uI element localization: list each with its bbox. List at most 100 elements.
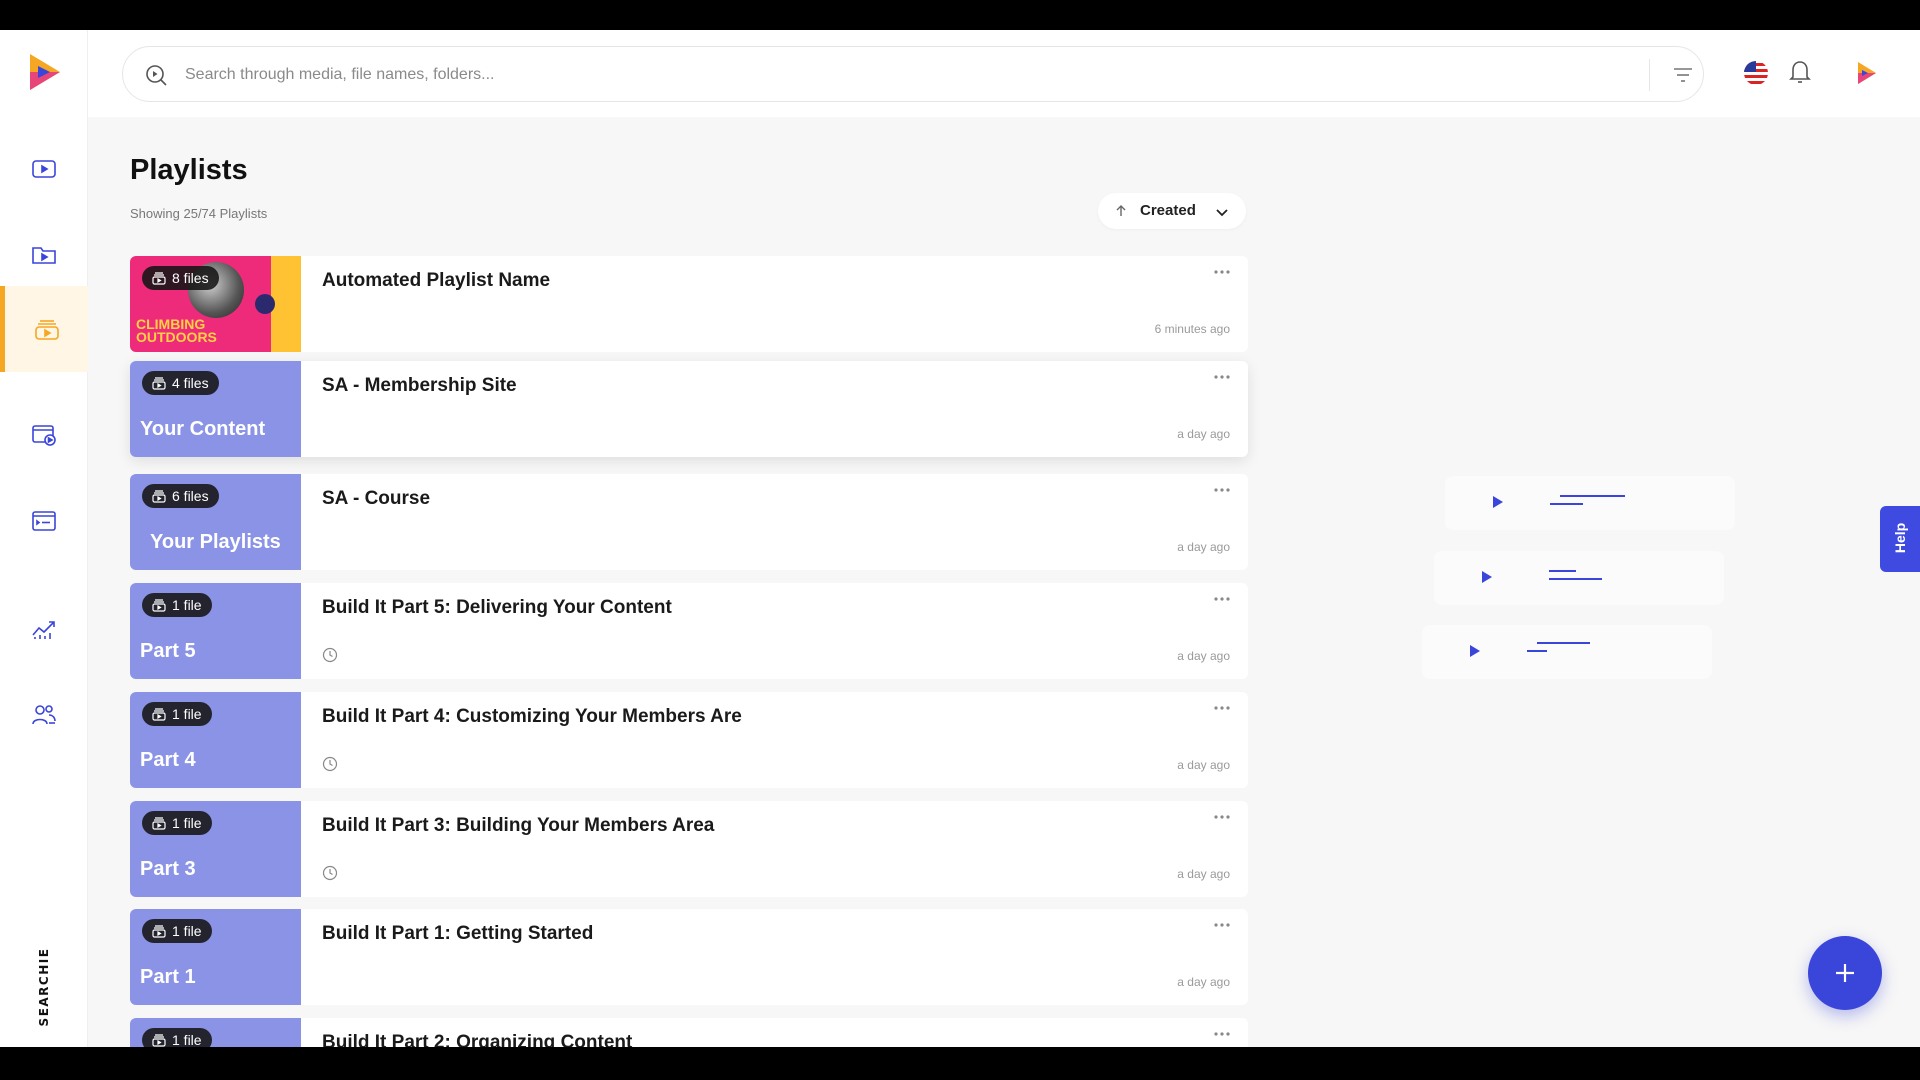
notification-bell-icon[interactable] xyxy=(1788,59,1812,85)
sidebar-item-analytics[interactable] xyxy=(0,588,88,670)
more-options-icon[interactable] xyxy=(1212,1028,1232,1040)
illustration-card xyxy=(1434,551,1724,605)
playlist-title[interactable]: Build It Part 3: Building Your Members A… xyxy=(322,815,714,837)
folder-video-icon xyxy=(32,247,56,264)
thumbnail-text: Part 4 xyxy=(140,749,196,771)
channel-icon xyxy=(32,425,56,446)
playlist-thumbnail: Part 4 1 file xyxy=(130,692,301,788)
widget-icon xyxy=(32,511,56,531)
arrow-up-icon xyxy=(1116,205,1126,216)
illustration-play-icon xyxy=(1470,642,1590,657)
sidebar-item-channels[interactable] xyxy=(0,394,88,476)
playlist-row[interactable]: Part 4 1 file Build It Part 4: Customizi… xyxy=(130,692,1248,788)
playlist-created-time: a day ago xyxy=(1177,758,1230,772)
search-divider xyxy=(1649,59,1650,91)
file-count-badge: 1 file xyxy=(142,919,212,943)
video-icon xyxy=(32,160,56,178)
bottom-bar xyxy=(0,1047,1920,1080)
playlist-thumbnail: Your Content 4 files xyxy=(130,361,301,457)
playlist-created-time: a day ago xyxy=(1177,427,1230,441)
sidebar: SEARCHIE xyxy=(0,30,88,1047)
file-count-badge: 1 file xyxy=(142,1028,212,1047)
sort-dropdown[interactable]: Created xyxy=(1098,193,1246,229)
playlist-title[interactable]: SA - Membership Site xyxy=(322,375,517,397)
thumbnail-text: Part 1 xyxy=(140,966,196,988)
searchie-logo-icon[interactable] xyxy=(26,52,64,92)
thumbnail-accent xyxy=(271,256,301,352)
files-icon xyxy=(152,1034,166,1047)
search-icon xyxy=(146,65,167,86)
playlist-created-time: a day ago xyxy=(1177,540,1230,554)
playlist-count: Showing 25/74 Playlists xyxy=(130,206,268,221)
chevron-down-icon xyxy=(1216,209,1228,217)
files-icon xyxy=(152,377,166,390)
playlist-thumbnail: Part 3 1 file xyxy=(130,801,301,897)
search-bar[interactable] xyxy=(122,46,1704,102)
file-count-badge: 1 file xyxy=(142,702,212,726)
clock-icon xyxy=(322,647,338,663)
playlist-title[interactable]: Build It Part 5: Delivering Your Content xyxy=(322,597,672,619)
file-count-badge: 8 files xyxy=(142,266,219,290)
illustration-play-icon xyxy=(1482,570,1602,583)
sort-label: Created xyxy=(1140,202,1196,219)
page-title: Playlists xyxy=(130,154,248,186)
more-options-icon[interactable] xyxy=(1212,266,1232,278)
user-avatar-icon[interactable] xyxy=(1854,60,1880,86)
top-bar xyxy=(88,30,1920,117)
add-playlist-button[interactable] xyxy=(1808,936,1882,1010)
playlist-created-time: a day ago xyxy=(1177,649,1230,663)
sidebar-item-playlists[interactable] xyxy=(0,286,88,372)
contacts-icon xyxy=(32,705,56,725)
playlist-thumbnail: Part 5 1 file xyxy=(130,583,301,679)
clock-icon xyxy=(322,865,338,881)
illustration-play-icon xyxy=(1493,495,1625,508)
file-count-badge: 4 files xyxy=(142,371,219,395)
playlist-thumbnail: Your Playlists 6 files xyxy=(130,474,301,570)
app-screen: SEARCHIE Playlists Showing 25/74 Playlis… xyxy=(0,30,1920,1047)
playlist-created-time: 6 minutes ago xyxy=(1154,322,1230,336)
files-icon xyxy=(152,708,166,721)
sidebar-item-folders[interactable] xyxy=(0,214,88,296)
thumbnail-text: CLIMBING OUTDOORS xyxy=(136,316,217,345)
filter-icon[interactable] xyxy=(1671,63,1695,87)
help-tab[interactable]: Help xyxy=(1880,506,1920,572)
clock-icon xyxy=(322,756,338,772)
thumbnail-text: Your Playlists xyxy=(150,531,281,553)
thumbnail-text: Your Content xyxy=(140,418,266,440)
illustration-card xyxy=(1422,625,1712,679)
sidebar-item-contacts[interactable] xyxy=(0,674,88,756)
playlist-row[interactable]: Part 3 1 file Build It Part 3: Building … xyxy=(130,801,1248,897)
us-flag-icon[interactable] xyxy=(1744,61,1768,85)
search-input[interactable] xyxy=(185,61,1485,89)
sidebar-item-widgets[interactable] xyxy=(0,480,88,562)
playlist-row[interactable]: Part 5 1 file Build It Part 5: Deliverin… xyxy=(130,583,1248,679)
more-options-icon[interactable] xyxy=(1212,371,1232,383)
more-options-icon[interactable] xyxy=(1212,811,1232,823)
playlist-row[interactable]: Your Playlists 6 files SA - Course a day… xyxy=(130,474,1248,570)
brand-wordmark: SEARCHIE xyxy=(37,947,51,1027)
empty-state-illustration xyxy=(1410,460,1750,690)
playlist-title[interactable]: Automated Playlist Name xyxy=(322,270,550,292)
playlist-row[interactable]: CLIMBING OUTDOORS 8 files Automated Play… xyxy=(130,256,1248,352)
help-label: Help xyxy=(1892,522,1908,554)
playlist-title[interactable]: Build It Part 2: Organizing Content xyxy=(322,1032,632,1047)
playlist-title[interactable]: SA - Course xyxy=(322,488,430,510)
playlist-row[interactable]: Part 1 1 file Build It Part 1: Getting S… xyxy=(130,909,1248,1005)
more-options-icon[interactable] xyxy=(1212,919,1232,931)
files-icon xyxy=(152,490,166,503)
playlist-icon xyxy=(34,320,59,340)
playlist-row[interactable]: 1 file Build It Part 2: Organizing Conte… xyxy=(130,1018,1248,1047)
sidebar-item-videos[interactable] xyxy=(0,128,88,210)
more-options-icon[interactable] xyxy=(1212,484,1232,496)
playlist-row[interactable]: Your Content 4 files SA - Membership Sit… xyxy=(130,361,1248,457)
thumbnail-dot xyxy=(255,294,275,314)
files-icon xyxy=(152,272,166,285)
playlist-title[interactable]: Build It Part 1: Getting Started xyxy=(322,923,593,945)
illustration-card xyxy=(1445,476,1735,530)
analytics-icon xyxy=(32,621,55,639)
more-options-icon[interactable] xyxy=(1212,593,1232,605)
thumbnail-text: Part 5 xyxy=(140,640,196,662)
playlist-title[interactable]: Build It Part 4: Customizing Your Member… xyxy=(322,706,742,728)
playlist-created-time: a day ago xyxy=(1177,867,1230,881)
more-options-icon[interactable] xyxy=(1212,702,1232,714)
